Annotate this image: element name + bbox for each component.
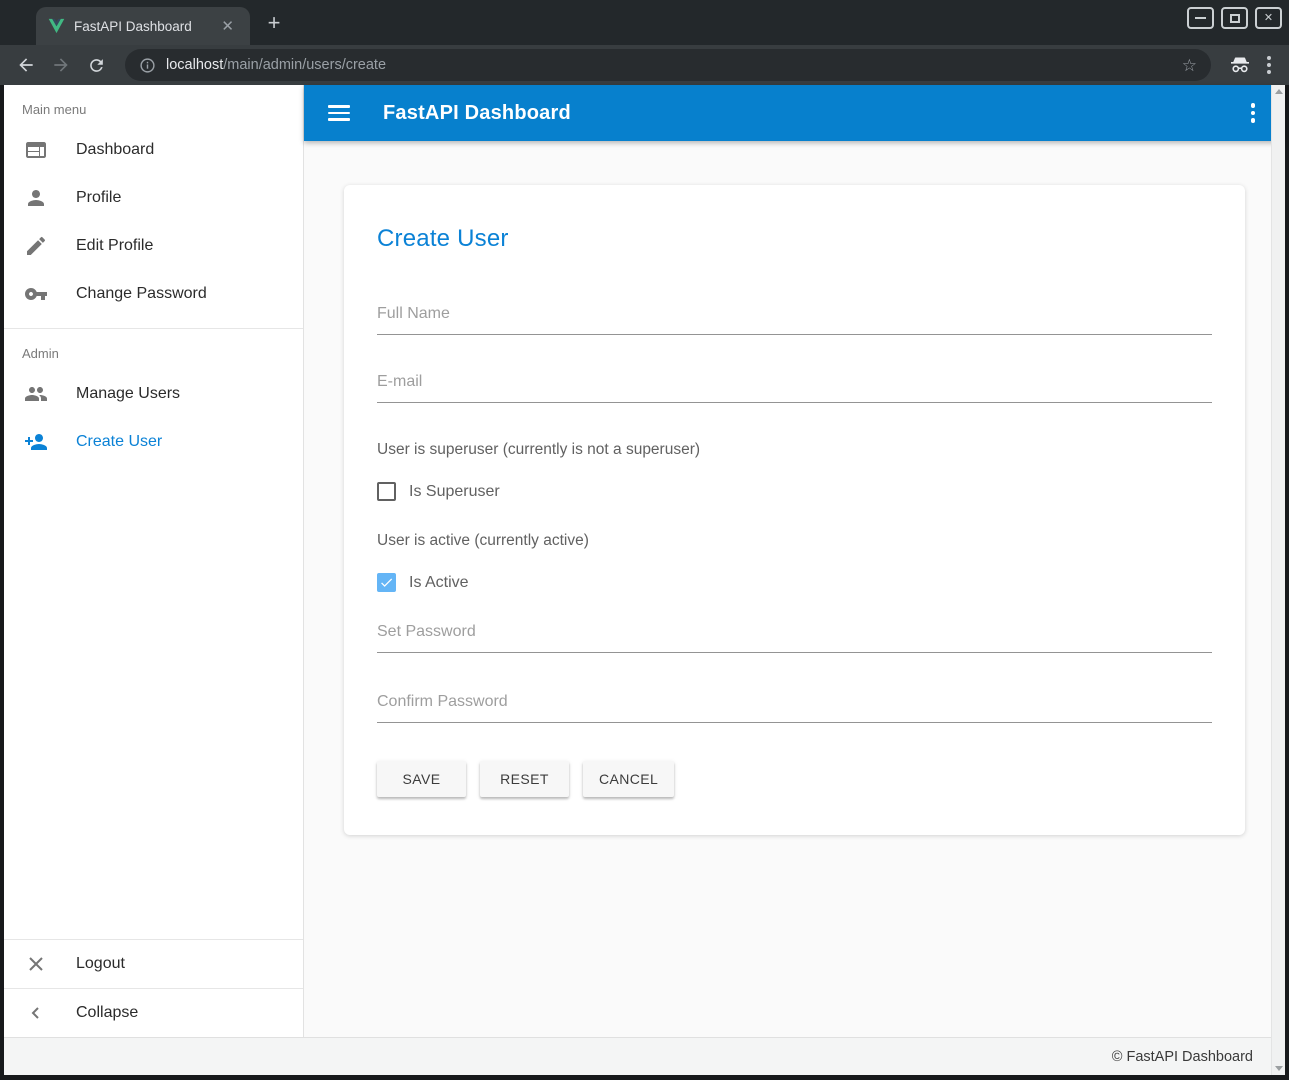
window-minimize-button[interactable]	[1187, 7, 1214, 29]
bookmark-star-icon[interactable]: ☆	[1182, 57, 1197, 74]
create-user-card: Create User User is superuser (currently…	[344, 185, 1245, 835]
set-password-input[interactable]	[377, 623, 1212, 653]
confirm-password-field-wrap	[377, 693, 1212, 723]
url-text: localhost/main/admin/users/create	[166, 57, 386, 73]
full-name-field-wrap	[377, 305, 1212, 335]
dashboard-icon	[24, 138, 48, 162]
forward-button[interactable]	[47, 51, 75, 79]
footer-copyright: © FastAPI Dashboard	[1112, 1049, 1253, 1065]
url-path: /main/admin/users/create	[223, 57, 386, 73]
full-name-input[interactable]	[377, 305, 1212, 335]
browser-tab-bar: FastAPI Dashboard ✕ + ✕	[0, 0, 1289, 45]
pencil-icon	[24, 234, 48, 258]
main-area: FastAPI Dashboard Create User User is su…	[304, 85, 1285, 1037]
is-superuser-checkbox-row[interactable]: Is Superuser	[377, 482, 1212, 501]
page-scrollbar[interactable]	[1271, 85, 1285, 1075]
appbar-menu-icon[interactable]	[1245, 97, 1262, 129]
active-hint: User is active (currently active)	[377, 532, 1212, 550]
browser-toolbar: localhost/main/admin/users/create ☆	[0, 45, 1289, 85]
new-tab-button[interactable]: +	[260, 9, 288, 37]
url-host: localhost	[166, 57, 223, 73]
sidebar-item-collapse[interactable]: Collapse	[4, 989, 303, 1037]
sidebar-item-edit-profile[interactable]: Edit Profile	[4, 222, 303, 270]
sidebar-item-change-password[interactable]: Change Password	[4, 270, 303, 318]
scrollbar-up-arrow-icon[interactable]	[1275, 89, 1283, 94]
cancel-button[interactable]: CANCEL	[583, 761, 674, 797]
sidebar-item-logout[interactable]: Logout	[4, 940, 303, 988]
url-bar[interactable]: localhost/main/admin/users/create ☆	[125, 49, 1211, 81]
reset-button[interactable]: RESET	[480, 761, 569, 797]
page-content: Create User User is superuser (currently…	[304, 141, 1285, 1037]
people-icon	[24, 382, 48, 406]
sidebar-item-create-user[interactable]: Create User	[4, 418, 303, 466]
forward-arrow-icon	[51, 55, 71, 75]
email-field-wrap	[377, 373, 1212, 403]
is-active-label: Is Active	[409, 574, 469, 592]
is-superuser-label: Is Superuser	[409, 483, 500, 501]
tab-title: FastAPI Dashboard	[74, 19, 217, 34]
back-button[interactable]	[12, 51, 40, 79]
reload-icon	[87, 56, 106, 75]
is-superuser-checkbox[interactable]	[377, 482, 396, 501]
incognito-icon	[1228, 53, 1252, 77]
sidebar-item-dashboard[interactable]: Dashboard	[4, 126, 303, 174]
sidebar-item-profile[interactable]: Profile	[4, 174, 303, 222]
sidebar: Main menu Dashboard Profile Edit Profile	[4, 85, 304, 1037]
email-input[interactable]	[377, 373, 1212, 403]
site-info-icon[interactable]	[139, 57, 156, 74]
key-icon	[24, 282, 48, 306]
browser-tab[interactable]: FastAPI Dashboard ✕	[36, 7, 250, 45]
set-password-field-wrap	[377, 623, 1212, 653]
app-bar: FastAPI Dashboard	[304, 85, 1285, 141]
appbar-title: FastAPI Dashboard	[383, 102, 571, 125]
vue-logo-icon	[48, 18, 65, 34]
person-icon	[24, 186, 48, 210]
back-arrow-icon	[16, 55, 36, 75]
window-close-button[interactable]: ✕	[1255, 7, 1282, 29]
checkmark-icon	[379, 575, 394, 590]
save-button[interactable]: SAVE	[377, 761, 466, 797]
page-title: Create User	[377, 225, 1212, 253]
tab-close-icon[interactable]: ✕	[217, 17, 238, 36]
close-x-icon	[24, 952, 48, 976]
chevron-left-icon	[24, 1001, 48, 1025]
confirm-password-input[interactable]	[377, 693, 1212, 723]
is-active-checkbox-row[interactable]: Is Active	[377, 573, 1212, 592]
reload-button[interactable]	[82, 51, 110, 79]
person-add-icon	[24, 430, 48, 454]
is-active-checkbox[interactable]	[377, 573, 396, 592]
window-maximize-button[interactable]	[1221, 7, 1248, 29]
superuser-hint: User is superuser (currently is not a su…	[377, 441, 1212, 459]
sidebar-main-menu-header: Main menu	[4, 85, 303, 126]
browser-menu-icon[interactable]	[1261, 56, 1277, 74]
footer: © FastAPI Dashboard	[4, 1037, 1285, 1075]
form-buttons: SAVE RESET CANCEL	[377, 761, 1212, 797]
hamburger-menu-icon[interactable]	[328, 105, 350, 121]
app-viewport: Main menu Dashboard Profile Edit Profile	[4, 85, 1285, 1075]
window-controls: ✕	[1187, 7, 1282, 29]
scrollbar-down-arrow-icon[interactable]	[1275, 1066, 1283, 1071]
sidebar-item-manage-users[interactable]: Manage Users	[4, 370, 303, 418]
sidebar-admin-header: Admin	[4, 329, 303, 370]
